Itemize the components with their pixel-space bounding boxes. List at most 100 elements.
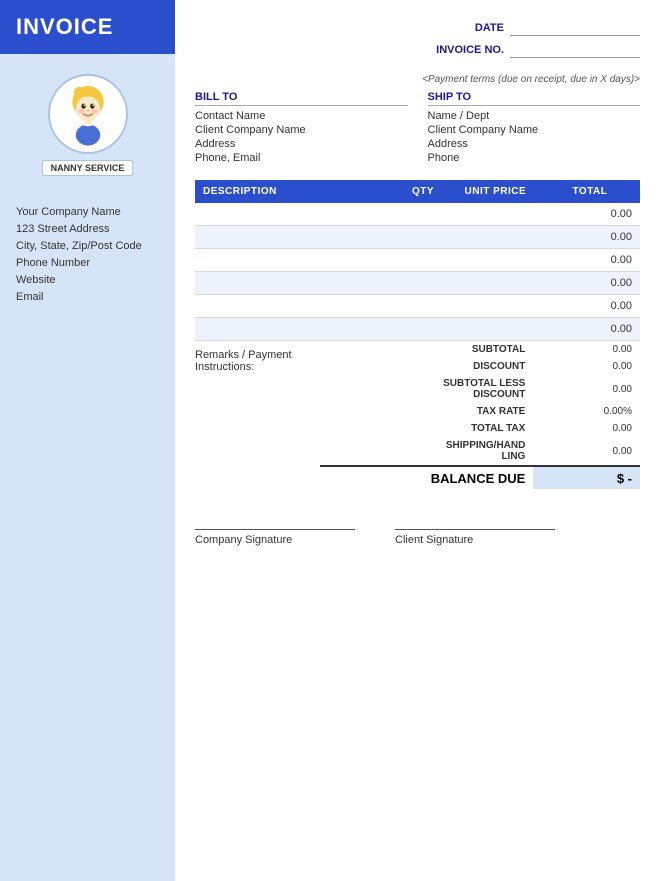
row-unit-price[interactable] [451,272,540,295]
row-description[interactable] [195,226,395,249]
subtotal-row: SUBTOTAL 0.00 [320,341,640,358]
ship-phone: Phone [428,152,641,164]
row-description[interactable] [195,249,395,272]
row-qty[interactable] [395,295,451,318]
logo-label: NANNY SERVICE [42,160,134,176]
row-unit-price[interactable] [451,203,540,226]
row-qty[interactable] [395,318,451,341]
street-address: 123 Street Address [16,223,142,235]
discount-row: DISCOUNT 0.00 [320,358,640,375]
table-row[interactable]: 0.00 [195,226,640,249]
date-input-line[interactable] [510,20,640,36]
balance-due-value: $ - [533,466,640,489]
subtotal-label: SUBTOTAL [320,341,533,358]
table-row[interactable]: 0.00 [195,272,640,295]
phone-number: Phone Number [16,257,142,269]
totals-col: SUBTOTAL 0.00 DISCOUNT 0.00 SUBTOTAL LES… [320,341,640,489]
bill-contact: Contact Name [195,110,408,122]
table-row[interactable]: 0.00 [195,318,640,341]
subtotal-value: 0.00 [533,341,640,358]
tax-rate-label: TAX RATE [320,403,533,420]
row-total: 0.00 [540,295,640,318]
tax-rate-value: 0.00% [533,403,640,420]
invoice-no-row: INVOICE NO. [424,42,640,58]
bill-to-title: BILL TO [195,91,408,106]
balance-due-label: Balance Due [320,466,533,489]
company-sig-col: Company Signature [195,529,355,546]
row-qty[interactable] [395,203,451,226]
client-sig-label: Client Signature [395,534,473,546]
row-total: 0.00 [540,318,640,341]
col-qty: QTY [395,180,451,203]
nanny-icon [53,79,123,149]
row-qty[interactable] [395,272,451,295]
tax-rate-row: TAX RATE 0.00% [320,403,640,420]
totals-wrapper: Remarks / Payment Instructions: SUBTOTAL… [195,341,640,489]
row-unit-price[interactable] [451,318,540,341]
bill-company: Client Company Name [195,124,408,136]
signatures: Company Signature Client Signature [195,529,640,546]
table-row[interactable]: 0.00 [195,203,640,226]
invoice-no-label: INVOICE NO. [424,44,504,56]
invoice-no-input-line[interactable] [510,42,640,58]
row-description[interactable] [195,318,395,341]
total-tax-value: 0.00 [533,420,640,437]
company-sig-label: Company Signature [195,534,292,546]
row-total: 0.00 [540,272,640,295]
date-row: DATE [424,20,640,36]
ship-address: Address [428,138,641,150]
row-unit-price[interactable] [451,249,540,272]
shipping-value: 0.00 [533,437,640,466]
row-total: 0.00 [540,226,640,249]
client-sig-line [395,529,555,530]
subtotal-less-row: SUBTOTAL LESSDISCOUNT 0.00 [320,375,640,403]
total-tax-row: TOTAL TAX 0.00 [320,420,640,437]
sidebar: INVOICE [0,0,175,881]
row-total: 0.00 [540,249,640,272]
website: Website [16,274,142,286]
row-unit-price[interactable] [451,295,540,318]
subtotal-less-label: SUBTOTAL LESSDISCOUNT [320,375,533,403]
ship-to-title: SHIP TO [428,91,641,106]
total-tax-label: TOTAL TAX [320,420,533,437]
row-qty[interactable] [395,226,451,249]
discount-label: DISCOUNT [320,358,533,375]
logo-circle [48,74,128,154]
row-unit-price[interactable] [451,226,540,249]
row-description[interactable] [195,272,395,295]
row-description[interactable] [195,295,395,318]
payment-terms: <Payment terms (due on receipt, due in X… [195,74,640,85]
discount-value: 0.00 [533,358,640,375]
client-sig-col: Client Signature [395,529,555,546]
email: Email [16,291,142,303]
meta-section: DATE INVOICE NO. [195,20,640,64]
row-description[interactable] [195,203,395,226]
main-content: DATE INVOICE NO. <Payment terms (due on … [175,0,660,881]
balance-due-row: Balance Due $ - [320,466,640,489]
address-section: BILL TO Contact Name Client Company Name… [195,91,640,166]
company-name: Your Company Name [16,206,142,218]
sidebar-header: INVOICE [0,0,175,54]
invoice-table: DESCRIPTION QTY UNIT PRICE TOTAL 0.00 0.… [195,180,640,341]
row-qty[interactable] [395,249,451,272]
shipping-label: SHIPPING/HANDLING [320,437,533,466]
col-unit-price: UNIT PRICE [451,180,540,203]
col-description: DESCRIPTION [195,180,395,203]
row-total: 0.00 [540,203,640,226]
remarks-label: Remarks / Payment Instructions: [195,349,292,373]
city-state-zip: City, State, Zip/Post Code [16,240,142,252]
table-row[interactable]: 0.00 [195,295,640,318]
table-row[interactable]: 0.00 [195,249,640,272]
bill-address: Address [195,138,408,150]
ship-to-col: SHIP TO Name / Dept Client Company Name … [428,91,641,166]
ship-company: Client Company Name [428,124,641,136]
invoice-title: INVOICE [16,14,159,40]
company-sig-line [195,529,355,530]
ship-name-dept: Name / Dept [428,110,641,122]
date-label: DATE [424,22,504,34]
remarks-col: Remarks / Payment Instructions: [195,341,320,489]
subtotal-less-value: 0.00 [533,375,640,403]
shipping-row: SHIPPING/HANDLING 0.00 [320,437,640,466]
totals-table: SUBTOTAL 0.00 DISCOUNT 0.00 SUBTOTAL LES… [320,341,640,489]
sidebar-info: Your Company Name 123 Street Address Cit… [0,186,158,323]
